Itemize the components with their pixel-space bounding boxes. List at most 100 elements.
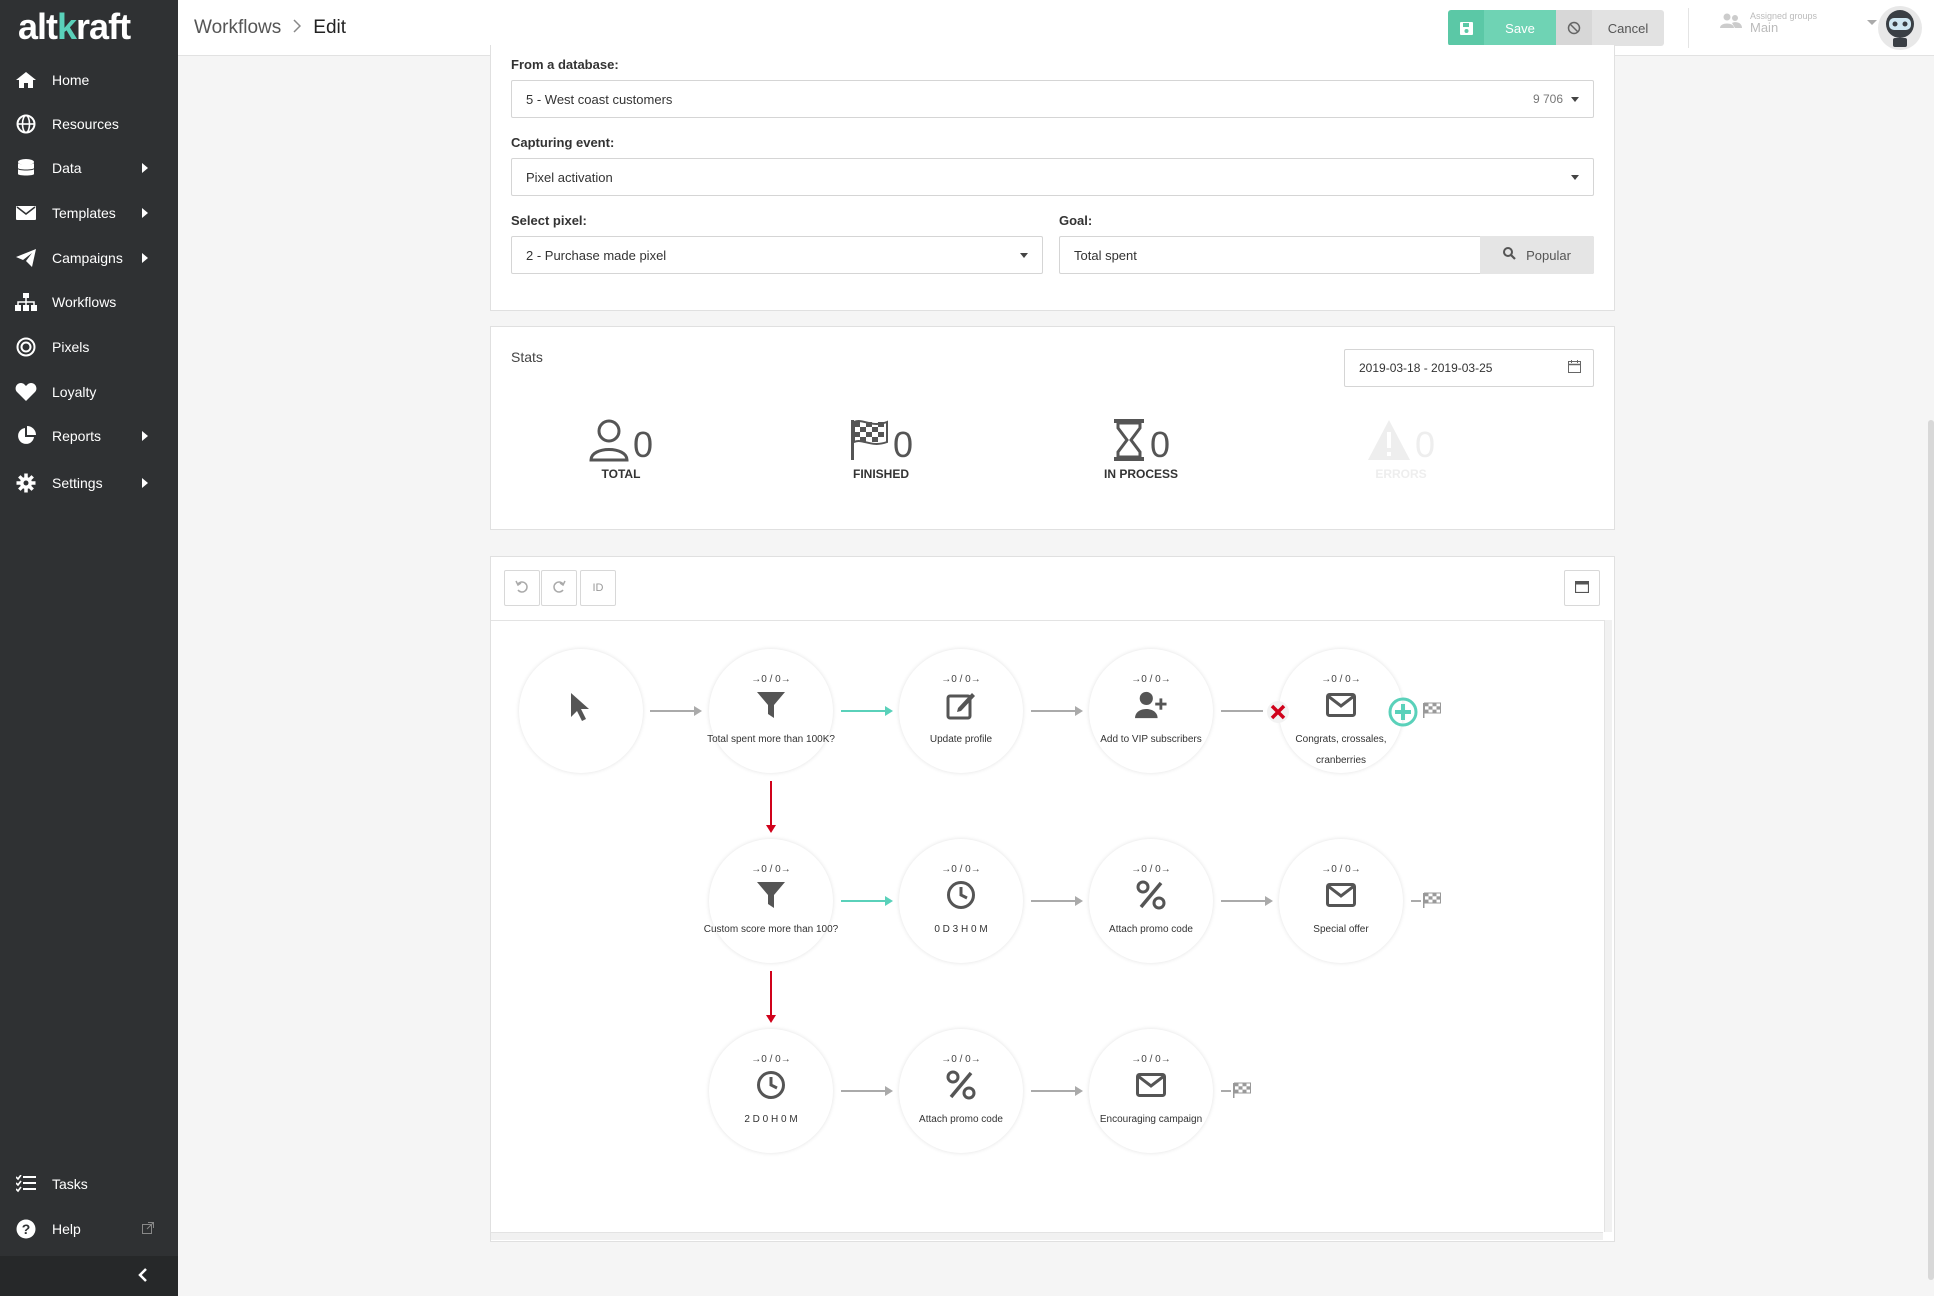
capturing-event-select[interactable]: Pixel activation <box>511 158 1594 196</box>
sidebar-item-help[interactable]: ? Help <box>0 1209 178 1249</box>
sidebar-collapse-button[interactable] <box>0 1256 178 1296</box>
database-count: 9 706 <box>1532 92 1563 106</box>
finished-label: FINISHED <box>852 467 909 481</box>
node-title: Attach promo code <box>1109 924 1193 935</box>
page-scrollbar[interactable] <box>1928 420 1934 1280</box>
sidebar-item-settings[interactable]: Settings <box>0 463 178 503</box>
avatar[interactable] <box>1878 6 1922 50</box>
envelope-icon <box>14 203 38 223</box>
workflow-node[interactable]: →0 / 0→ Total spent more than 100K? <box>707 649 835 773</box>
calendar-icon <box>1568 360 1581 376</box>
save-icon[interactable] <box>1448 10 1484 46</box>
workflow-settings-panel: From a database: 5 - West coast customer… <box>490 45 1615 311</box>
users-icon <box>1720 13 1742 32</box>
workflow-node[interactable]: →0 / 0→ Add to VIP subscribers <box>1089 649 1213 773</box>
in-process-value: 0 <box>1149 424 1171 465</box>
filter-icon <box>755 879 787 911</box>
workflow-node[interactable]: →0 / 0→ Encouraging campaign <box>1089 1029 1213 1153</box>
envelope-icon <box>1325 879 1357 911</box>
assigned-groups-select[interactable]: Assigned groups Main <box>1720 10 1878 34</box>
workflow-node[interactable]: →0 / 0→ Attach promo code <box>899 1029 1023 1153</box>
sidebar-item-loyalty[interactable]: Loyalty <box>0 372 178 412</box>
sidebar-item-label: Help <box>52 1221 81 1237</box>
percent-icon <box>945 1069 977 1101</box>
fullscreen-button[interactable] <box>1564 570 1600 606</box>
warning-icon <box>1367 418 1411 465</box>
connector-arrow <box>650 706 702 716</box>
sidebar-item-label: Pixels <box>52 339 90 355</box>
node-title: Update profile <box>929 734 993 745</box>
redo-button[interactable] <box>541 570 577 606</box>
stat-errors: 0 ERRORS <box>1321 419 1481 481</box>
popular-button[interactable]: Popular <box>1480 236 1594 274</box>
chevron-right-icon <box>142 208 148 218</box>
stats-title: Stats <box>511 349 543 365</box>
date-range-picker[interactable]: 2019-03-18 - 2019-03-25 <box>1344 349 1594 387</box>
cancel-button[interactable]: Cancel <box>1592 10 1664 46</box>
node-title: Add to VIP subscribers <box>1100 734 1202 745</box>
canvas-horizontal-scrollbar[interactable] <box>491 1232 1603 1240</box>
workflow-node[interactable]: →0 / 0→ 0 D 3 H 0 M <box>899 839 1023 963</box>
database-select[interactable]: 5 - West coast customers 9 706 <box>511 80 1594 118</box>
pixel-select[interactable]: 2 - Purchase made pixel <box>511 236 1043 274</box>
save-button[interactable]: Save <box>1484 10 1556 46</box>
connector-arrow <box>841 1086 893 1096</box>
percent-icon <box>1135 879 1167 911</box>
action-buttons: Save Cancel <box>1448 10 1664 46</box>
undo-button[interactable] <box>504 570 540 606</box>
workflow-node[interactable]: →0 / 0→ Congrats, crossales, cranberries <box>1279 649 1403 773</box>
external-link-icon <box>142 1221 154 1237</box>
sidebar-item-workflows[interactable]: Workflows <box>0 282 178 322</box>
workflow-node[interactable]: →0 / 0→ 2 D 0 H 0 M <box>709 1029 833 1153</box>
node-counter: →0 / 0→ <box>1131 864 1171 875</box>
sidebar-item-pixels[interactable]: Pixels <box>0 327 178 367</box>
ban-icon[interactable] <box>1556 10 1592 46</box>
workflow-node[interactable]: →0 / 0→ Custom score more than 100? <box>704 839 838 963</box>
breadcrumb-workflows[interactable]: Workflows <box>194 17 281 39</box>
checkered-flag-icon <box>849 418 889 465</box>
toggle-id-button[interactable]: ID <box>580 570 616 606</box>
sidebar-item-tasks[interactable]: Tasks <box>0 1164 178 1204</box>
logo-text-accent: k <box>57 6 77 47</box>
redo-icon <box>552 580 566 597</box>
chevron-right-icon <box>142 253 148 263</box>
sidebar-item-reports[interactable]: Reports <box>0 416 178 456</box>
start-node[interactable] <box>519 649 643 773</box>
sidebar-item-campaigns[interactable]: Campaigns <box>0 238 178 278</box>
finish-flag-icon <box>1422 892 1442 908</box>
canvas-vertical-scrollbar[interactable] <box>1604 620 1612 1232</box>
stat-finished: 0 FINISHED <box>801 419 961 481</box>
node-title: Custom score more than 100? <box>703 924 839 935</box>
chevron-right-icon <box>142 431 148 441</box>
errors-value: 0 <box>1414 424 1436 465</box>
connector-arrow-no <box>766 781 776 833</box>
chevron-down-icon <box>1571 96 1579 102</box>
filter-icon <box>755 689 787 721</box>
workflow-node[interactable]: →0 / 0→ Attach promo code <box>1089 839 1213 963</box>
sidebar-item-label: Settings <box>52 475 103 491</box>
add-node-icon[interactable] <box>1388 697 1418 730</box>
sidebar-item-templates[interactable]: Templates <box>0 193 178 233</box>
sidebar-item-home[interactable]: Home <box>0 60 178 100</box>
total-value: 0 <box>632 424 654 465</box>
sidebar-item-label: Resources <box>52 116 119 132</box>
workflow-node[interactable]: →0 / 0→ Update profile <box>899 649 1023 773</box>
node-counter: →0 / 0→ <box>1321 674 1361 685</box>
sidebar-item-label: Templates <box>52 205 116 221</box>
connector-line <box>1221 710 1263 712</box>
node-counter: →0 / 0→ <box>1321 864 1361 875</box>
sidebar-item-label: Loyalty <box>52 384 97 400</box>
remove-icon[interactable] <box>1266 700 1290 727</box>
database-label: From a database: <box>511 57 619 72</box>
heart-icon <box>14 382 38 402</box>
node-title: Attach promo code <box>919 1114 1003 1125</box>
workflow-node[interactable]: →0 / 0→ Special offer <box>1279 839 1403 963</box>
sidebar-item-resources[interactable]: Resources <box>0 104 178 144</box>
pixel-value: 2 - Purchase made pixel <box>526 247 667 263</box>
database-value: 5 - West coast customers <box>526 91 673 107</box>
finish-flag-icon <box>1422 702 1442 718</box>
sidebar-item-label: Workflows <box>52 294 117 310</box>
logo[interactable]: altkraft <box>0 0 178 56</box>
sidebar-item-data[interactable]: Data <box>0 148 178 188</box>
total-label: TOTAL <box>601 467 641 481</box>
